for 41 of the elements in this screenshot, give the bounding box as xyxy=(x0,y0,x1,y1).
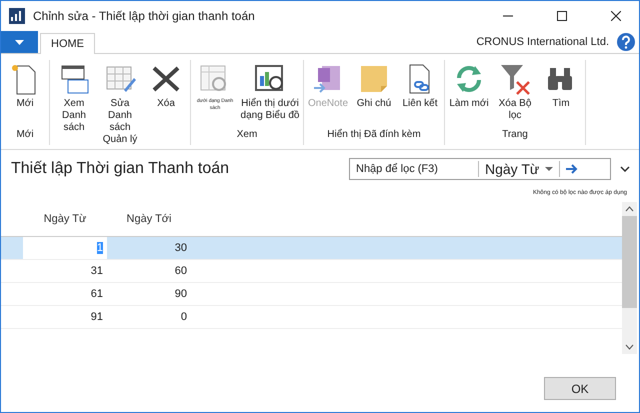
table-cell-text: 0 xyxy=(180,310,188,325)
filter-field-dropdown[interactable]: Ngày Từ xyxy=(478,161,560,177)
table-cell-text: 91 xyxy=(90,310,104,325)
table-cell-text: 90 xyxy=(174,287,188,302)
table-row[interactable]: 1 30 xyxy=(1,237,622,260)
maximize-icon xyxy=(557,11,567,21)
window-title: Chỉnh sửa - Thiết lập thời gian thanh toán xyxy=(33,9,256,23)
column-header[interactable]: Ngày Tới xyxy=(107,213,191,225)
group-label: Trang xyxy=(501,129,529,142)
app-menu-button[interactable] xyxy=(1,31,38,53)
page-title: Thiết lập Thời gian Thanh toán xyxy=(11,160,230,178)
ribbon-button[interactable]: Xóa xyxy=(144,60,188,134)
column-header[interactable]: Ngày Từ xyxy=(23,213,107,225)
ribbon-button[interactable]: Ghi chú xyxy=(352,60,396,129)
ribbon-button[interactable]: Mới xyxy=(3,60,47,129)
table-cell: 1 xyxy=(23,237,107,259)
ribbon-button[interactable]: Làm mới xyxy=(447,60,491,129)
table-cell-text: 31 xyxy=(90,264,104,279)
group-label: Hiển thị Đã đính kèm xyxy=(326,129,422,142)
company-name: CRONUS International Ltd. xyxy=(476,36,609,48)
ribbon-button[interactable]: Tìm xyxy=(539,60,583,129)
ribbon-button[interactable]: Xóa Bộ lọc xyxy=(493,60,537,129)
group-label: Mới xyxy=(15,129,35,142)
close-icon xyxy=(611,11,621,21)
table-cell-text: 30 xyxy=(174,241,188,256)
ribbon-tab[interactable]: HOME xyxy=(40,33,95,54)
scrollbar[interactable] xyxy=(622,202,637,354)
ribbon-button[interactable]: Sửa Danh sách xyxy=(98,60,142,134)
caret-down-icon xyxy=(15,40,24,44)
app-icon xyxy=(9,8,25,24)
table-cell-text: 60 xyxy=(174,264,188,279)
ok-button[interactable]: OK xyxy=(544,377,616,400)
group-label: Xem xyxy=(236,129,258,142)
ribbon-button[interactable]: Liên kết xyxy=(398,60,442,129)
ribbon-button[interactable]: Hiển thị dưới dạng Biểu đồ xyxy=(239,60,301,129)
help-icon[interactable] xyxy=(617,33,635,51)
group-label: Quản lý xyxy=(102,134,138,145)
table-cell-text: 61 xyxy=(90,287,104,302)
caret-down-icon xyxy=(545,167,554,171)
filter-box[interactable]: Nhập để lọc (F3) Ngày Từ xyxy=(349,158,611,180)
ribbon-button[interactable]: Xem Danh sách xyxy=(52,60,96,134)
